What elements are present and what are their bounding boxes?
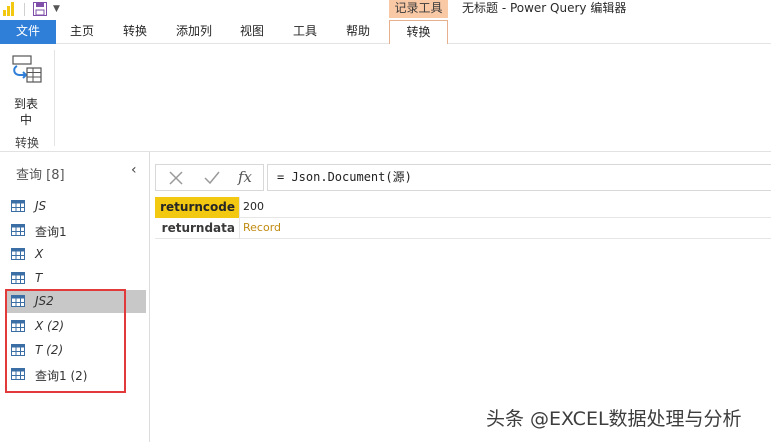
tab-add-column[interactable]: 添加列	[170, 20, 218, 44]
ribbon-tab-bar: 文件 主页 转换 添加列 视图 工具 帮助 转换	[0, 20, 771, 45]
window-title: 无标题 - Power Query 编辑器	[462, 1, 627, 15]
record-grid: returncode 200 returndata Record	[155, 197, 771, 239]
into-table-button[interactable]: 到表 中	[6, 52, 46, 127]
record-row: returndata Record	[155, 218, 771, 239]
collapse-pane-icon[interactable]: ‹	[131, 163, 143, 177]
save-icon[interactable]	[33, 2, 47, 16]
title-bar: ▼ 记录工具 无标题 - Power Query 编辑器	[0, 0, 771, 20]
table-icon	[11, 272, 25, 284]
table-icon	[11, 248, 25, 260]
record-link-value[interactable]: Record	[239, 218, 771, 239]
tab-help[interactable]: 帮助	[338, 20, 378, 44]
annotation-highlight-box	[5, 289, 126, 393]
power-bi-logo-icon	[2, 2, 16, 16]
tab-home[interactable]: 主页	[62, 20, 102, 44]
query-item[interactable]: 查询1	[6, 219, 146, 242]
ribbon-group-label-transform: 转换	[14, 136, 39, 150]
tab-tools[interactable]: 工具	[285, 20, 325, 44]
insert-function-icon[interactable]: fx	[238, 168, 256, 186]
formula-bar-buttons: fx	[155, 164, 264, 191]
tab-file[interactable]: 文件	[0, 20, 56, 44]
record-field-name[interactable]: returndata	[155, 218, 239, 239]
query-item-label: JS	[35, 199, 47, 213]
tab-view[interactable]: 视图	[232, 20, 272, 44]
ribbon-group-divider	[54, 50, 55, 146]
record-field-value[interactable]: 200	[239, 197, 771, 218]
cancel-formula-icon[interactable]	[167, 169, 185, 187]
quick-access-divider	[24, 3, 25, 16]
formula-input[interactable]: = Json.Document(源)	[267, 164, 771, 191]
watermark: 头条 @EXCEL数据处理与分析	[486, 408, 742, 430]
power-query-editor: ▼ 记录工具 无标题 - Power Query 编辑器 文件 主页 转换 添加…	[0, 0, 771, 442]
query-item[interactable]: JS	[6, 195, 146, 218]
query-item-label: T	[35, 271, 43, 285]
record-row: returncode 200	[155, 197, 771, 218]
record-tools-context-header: 记录工具	[389, 0, 448, 18]
record-to-table-icon	[12, 55, 42, 83]
tab-transform[interactable]: 转换	[115, 20, 155, 44]
commit-formula-icon[interactable]	[203, 169, 221, 187]
table-icon	[11, 224, 25, 236]
record-field-name[interactable]: returncode	[155, 197, 239, 218]
query-item-label: 查询1	[35, 225, 67, 239]
tab-record-transform[interactable]: 转换	[389, 20, 448, 45]
table-icon	[11, 200, 25, 212]
queries-pane-title: 查询 [8]	[16, 168, 65, 183]
query-item[interactable]: T	[6, 267, 146, 290]
query-item-label: X	[35, 247, 44, 261]
query-item[interactable]: X	[6, 243, 146, 266]
into-table-label: 到表 中	[13, 97, 38, 127]
quick-access-dropdown-icon[interactable]: ▼	[53, 3, 63, 15]
ribbon-panel: 到表 中 转换	[0, 44, 771, 152]
